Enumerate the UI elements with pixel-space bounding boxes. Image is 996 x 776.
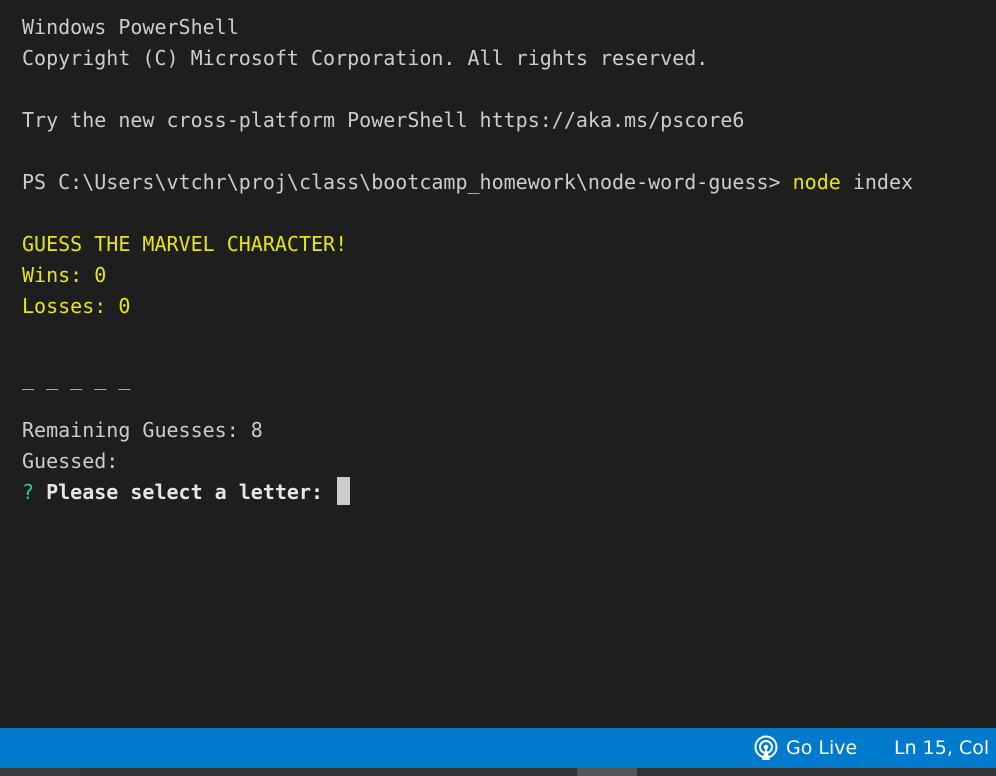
- terminal-panel[interactable]: Windows PowerShell Copyright (C) Microso…: [0, 0, 996, 728]
- wins-count: Wins: 0: [22, 263, 107, 287]
- terminal-copyright: Copyright (C) Microsoft Corporation. All…: [22, 46, 709, 70]
- terminal-try-new: Try the new cross-platform PowerShell ht…: [22, 108, 745, 132]
- go-live-label: Go Live: [786, 737, 858, 759]
- prompt-path: PS C:\Users\vtchr\proj\class\bootcamp_ho…: [22, 170, 793, 194]
- losses-count: Losses: 0: [22, 294, 131, 318]
- broadcast-icon: [754, 735, 778, 760]
- guessed-letters: Guessed:: [22, 449, 119, 473]
- terminal-header-title: Windows PowerShell: [22, 15, 239, 39]
- game-title: GUESS THE MARVEL CHARACTER!: [22, 232, 348, 256]
- horizontal-scrollbar-thumb[interactable]: [577, 768, 637, 776]
- word-blanks: _ _ _ _ _: [22, 366, 131, 390]
- command-arg: index: [840, 170, 914, 194]
- remaining-guesses: Remaining Guesses: 8: [22, 418, 263, 442]
- question-line: ? Please select a letter:: [22, 477, 351, 508]
- text-cursor[interactable]: [337, 477, 351, 505]
- strip-segment: [0, 768, 80, 776]
- status-bar: Go Live Ln 15, Col: [0, 728, 996, 768]
- terminal-prompt-line: PS C:\Users\vtchr\proj\class\bootcamp_ho…: [22, 167, 913, 198]
- command-name: node: [792, 170, 841, 194]
- cursor-position[interactable]: Ln 15, Col: [894, 728, 989, 768]
- bottom-scroll-strip: [0, 768, 996, 776]
- question-mark: ?: [22, 480, 35, 504]
- question-text: Please select a letter:: [46, 480, 324, 504]
- go-live-button[interactable]: Go Live: [753, 728, 857, 768]
